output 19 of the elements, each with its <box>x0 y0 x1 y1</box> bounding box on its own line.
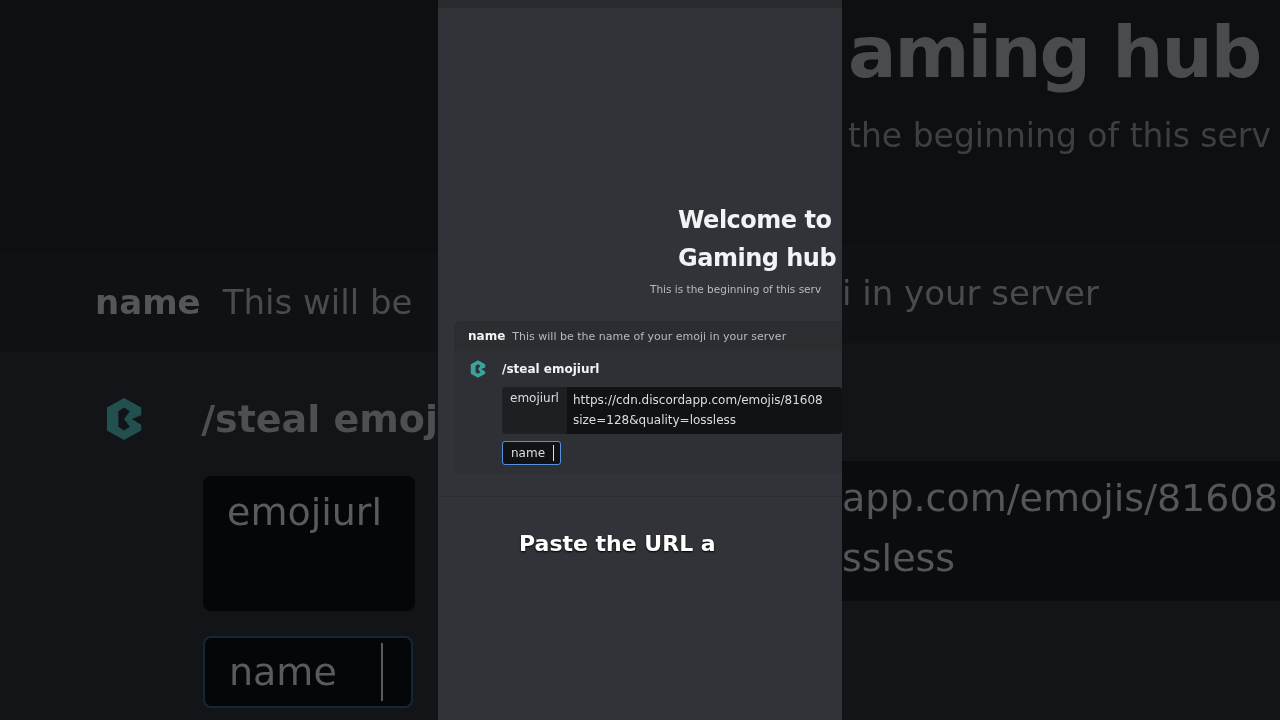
hexagon-logo-icon <box>470 359 486 379</box>
video-caption: Paste the URL a <box>519 531 717 556</box>
welcome-title: aming hub <box>848 9 1262 96</box>
option-name: name <box>95 282 201 322</box>
option-chip: emojiurl <box>203 476 415 611</box>
name-field[interactable]: name <box>502 441 562 465</box>
command-name: /steal emojiurl <box>502 362 600 376</box>
option-chip: emojiurl <box>502 387 567 434</box>
option-description: This will be <box>222 282 413 322</box>
name-field: name <box>203 636 413 708</box>
command-name: /steal emoj <box>201 397 438 441</box>
welcome-subtitle: This is the beginning of this serv <box>650 283 823 295</box>
welcome-title: Welcome to <box>678 205 833 236</box>
option-value: https://cdn.discordapp.com/emojis/81608 size=128&quality=lossless <box>566 387 842 434</box>
welcome-title: Gaming hub <box>678 243 838 274</box>
option-name: name <box>468 329 506 343</box>
option-description: i in your server <box>842 273 1099 313</box>
option-description: This will be the name of your emoji in your server <box>512 329 787 343</box>
option-value: app.com/emojis/81608 ssless <box>842 461 1280 601</box>
